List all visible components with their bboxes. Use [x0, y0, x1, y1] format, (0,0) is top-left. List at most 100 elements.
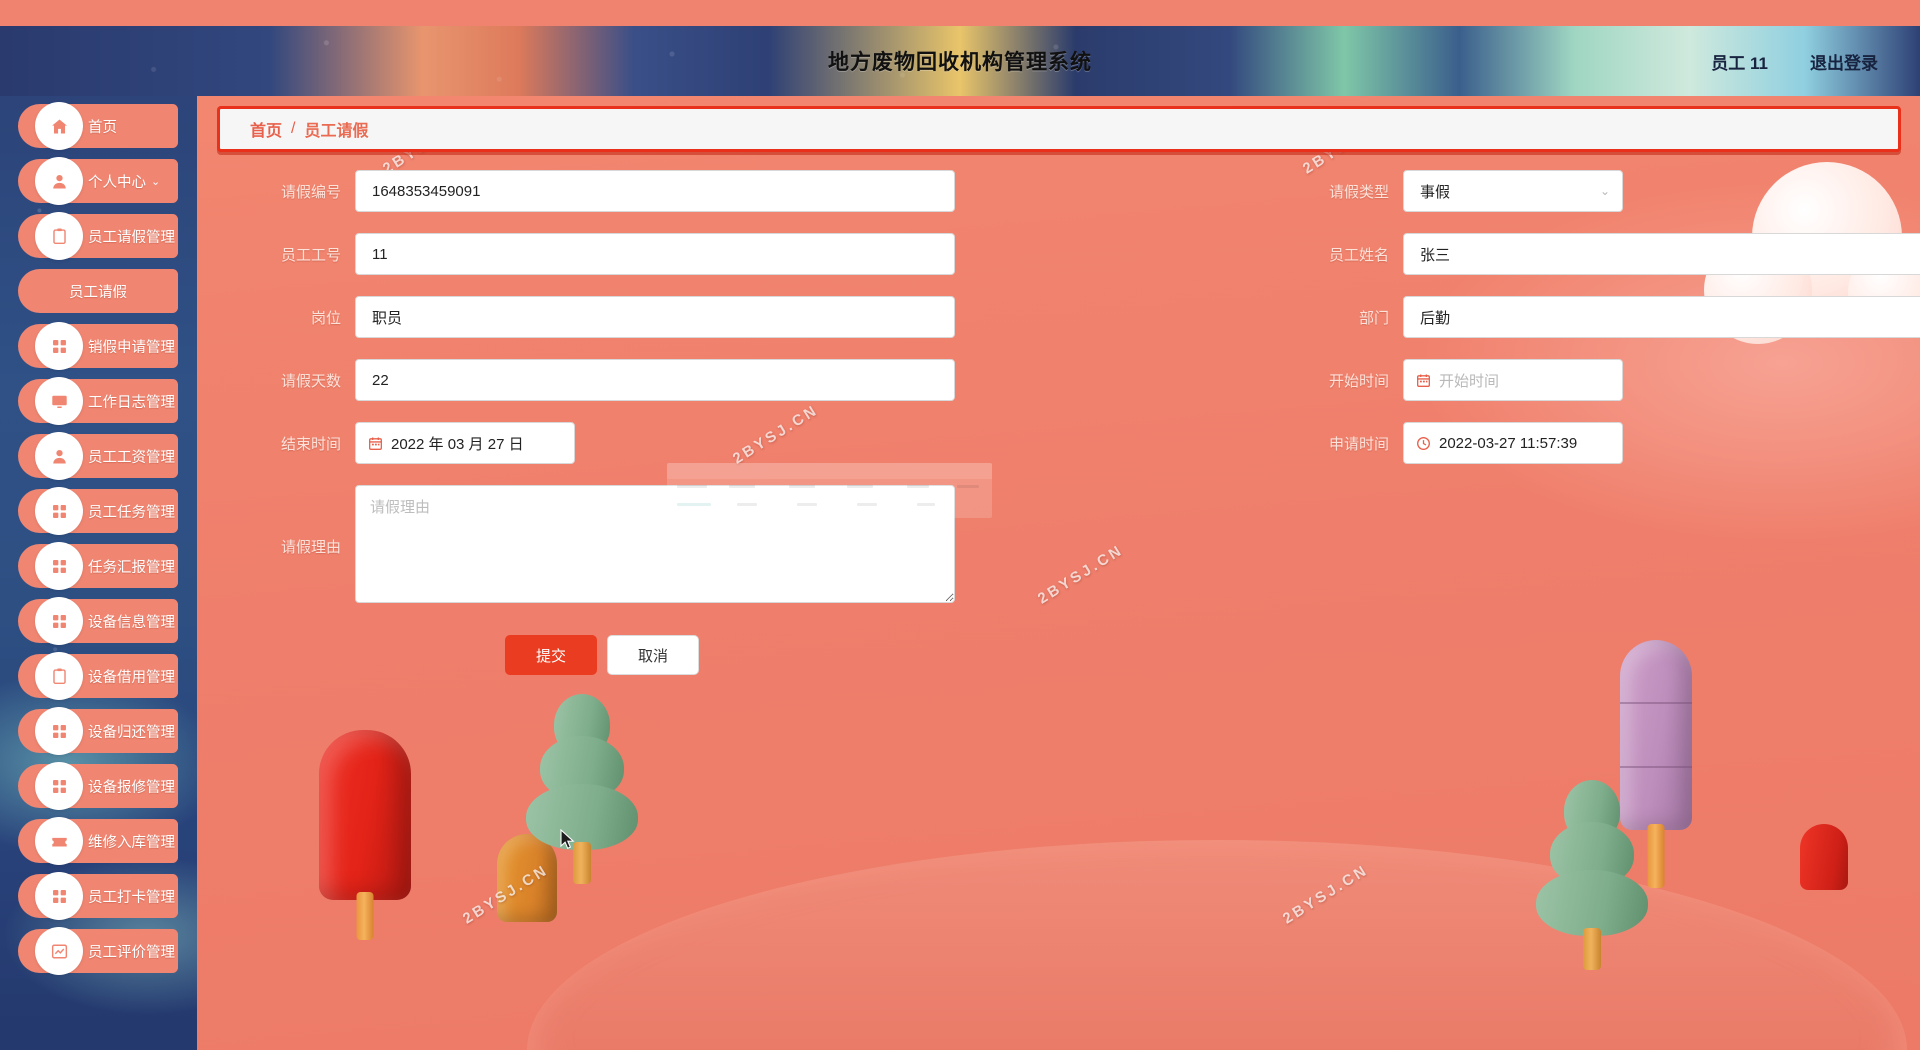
header-user-area: 员工 11 退出登录	[1711, 26, 1878, 96]
sidebar-item-7[interactable]: 员工任务管理	[18, 487, 178, 535]
logout-button[interactable]: 退出登录	[1810, 49, 1878, 74]
app-title: 地方废物回收机构管理系统	[828, 51, 1092, 74]
department-input[interactable]	[1403, 296, 1920, 338]
leave-request-form: 请假编号 请假类型 事假 ⌄ 员工工号 员工姓名	[197, 170, 1920, 693]
sidebar-item-15[interactable]: 员工评价管理	[18, 927, 178, 975]
sidebar-icon-bubble	[35, 652, 83, 700]
start-time-value: 开始时间	[1439, 372, 1500, 390]
sidebar-icon-bubble	[35, 707, 83, 755]
sidebar-item-label: 设备信息管理	[88, 614, 175, 631]
sidebar-item-14[interactable]: 员工打卡管理	[18, 872, 178, 920]
grid-icon	[50, 887, 69, 906]
form-row: 岗位 部门	[197, 296, 1920, 359]
breadcrumb: 首页 / 员工请假	[217, 106, 1901, 152]
grid-icon	[50, 502, 69, 521]
end-time-value: 2022 年 03 月 27 日	[391, 435, 524, 453]
field-leave-days: 请假天数	[239, 359, 955, 401]
sidebar-item-9[interactable]: 设备信息管理	[18, 597, 178, 645]
cancel-button[interactable]: 取消	[607, 635, 699, 675]
breadcrumb-home[interactable]: 首页	[250, 117, 282, 141]
ticket-icon	[50, 832, 69, 851]
current-user-label[interactable]: 员工 11	[1711, 49, 1768, 74]
field-leave-no: 请假编号	[239, 170, 955, 212]
position-input[interactable]	[355, 296, 955, 338]
clipboard-icon	[50, 667, 69, 686]
sidebar-item-label: 工作日志管理	[88, 394, 175, 411]
home-icon	[50, 117, 69, 136]
field-department: 部门	[1287, 296, 1920, 338]
sidebar-icon-bubble	[35, 212, 83, 260]
grid-icon	[50, 612, 69, 631]
sidebar-item-label: 设备报修管理	[88, 779, 175, 796]
breadcrumb-separator: /	[291, 120, 296, 137]
mouse-cursor	[560, 829, 575, 850]
leave-type-select[interactable]: 事假 ⌄	[1403, 170, 1623, 212]
sidebar-item-11[interactable]: 设备归还管理	[18, 707, 178, 755]
field-position: 岗位	[239, 296, 955, 338]
app-root: 2BYSJ.CN 2BYSJ.CN 2BYSJ.CN 2BYSJ.CN 2BYS…	[0, 0, 1920, 1050]
sidebar-item-0[interactable]: 首页	[18, 102, 178, 150]
sidebar-item-6[interactable]: 员工工资管理	[18, 432, 178, 480]
grid-icon	[50, 777, 69, 796]
field-label: 请假编号	[280, 183, 341, 201]
grid-icon	[50, 337, 69, 356]
field-label: 结束时间	[280, 435, 341, 453]
field-end-time: 结束时间 2022 年 03 月 27 日	[239, 422, 575, 464]
sidebar-item-label: 员工请假	[69, 284, 127, 301]
sidebar-item-label: 员工请假管理	[88, 229, 175, 246]
sidebar: 首页个人中心 ⌄ 员工请假管理员工请假销假申请管理工作日志管理员工工资管理员工任务管…	[0, 96, 197, 1050]
field-label: 员工工号	[280, 246, 341, 264]
field-label: 请假天数	[280, 372, 341, 390]
sidebar-item-label: 员工任务管理	[88, 504, 175, 521]
user-icon	[50, 172, 69, 191]
sidebar-icon-bubble	[35, 817, 83, 865]
form-row: 请假理由	[197, 463, 1920, 613]
apply-time-value: 2022-03-27 11:57:39	[1439, 434, 1578, 452]
sidebar-item-4[interactable]: 销假申请管理	[18, 322, 178, 370]
field-label: 部门	[1358, 309, 1389, 327]
sidebar-item-13[interactable]: 维修入库管理	[18, 817, 178, 865]
sidebar-icon-bubble	[35, 872, 83, 920]
sidebar-item-1[interactable]: 个人中心 ⌄	[18, 157, 178, 205]
sidebar-icon-bubble	[35, 157, 83, 205]
field-label: 开始时间	[1328, 372, 1389, 390]
field-label: 申请时间	[1328, 435, 1389, 453]
reason-textarea[interactable]	[355, 485, 955, 603]
form-row: 员工工号 员工姓名	[197, 233, 1920, 296]
top-header-bar: 地方废物回收机构管理系统 员工 11 退出登录	[0, 26, 1920, 96]
chevron-down-icon: ⌄	[151, 175, 161, 188]
staff-no-input[interactable]	[355, 233, 955, 275]
sidebar-icon-bubble	[35, 597, 83, 645]
end-time-picker[interactable]: 2022 年 03 月 27 日	[355, 422, 575, 464]
sidebar-item-3[interactable]: 员工请假	[18, 269, 178, 313]
main-content: 首页 / 员工请假 请假编号 请假类型 事假 ⌄	[197, 96, 1920, 1050]
sidebar-icon-bubble	[35, 432, 83, 480]
sidebar-item-10[interactable]: 设备借用管理	[18, 652, 178, 700]
apply-time-picker[interactable]: 2022-03-27 11:57:39	[1403, 422, 1623, 464]
staff-name-input[interactable]	[1403, 233, 1920, 275]
breadcrumb-current: 员工请假	[304, 123, 369, 140]
sidebar-icon-bubble	[35, 377, 83, 425]
sidebar-item-5[interactable]: 工作日志管理	[18, 377, 178, 425]
field-start-time: 开始时间 开始时间	[1287, 359, 1623, 401]
leave-days-input[interactable]	[355, 359, 955, 401]
calendar-icon	[368, 436, 383, 451]
field-staff-no: 员工工号	[239, 233, 955, 275]
leave-no-input[interactable]	[355, 170, 955, 212]
user-icon	[50, 447, 69, 466]
field-reason: 请假理由	[239, 463, 992, 608]
field-staff-name: 员工姓名	[1287, 233, 1920, 275]
sidebar-item-8[interactable]: 任务汇报管理	[18, 542, 178, 590]
sidebar-item-12[interactable]: 设备报修管理	[18, 762, 178, 810]
sidebar-icon-bubble	[35, 927, 83, 975]
start-time-picker[interactable]: 开始时间	[1403, 359, 1623, 401]
submit-button[interactable]: 提交	[505, 635, 597, 675]
form-row: 请假天数 开始时间	[197, 359, 1920, 422]
chart-icon	[50, 942, 69, 961]
sidebar-item-label: 首页	[88, 119, 117, 136]
form-row: 结束时间 2022 年 03 月 27 日 申请时间 2022-03-27 11…	[197, 422, 1920, 485]
sidebar-icon-bubble	[35, 762, 83, 810]
sidebar-item-label: 设备借用管理	[88, 669, 175, 686]
sidebar-icon-bubble	[35, 542, 83, 590]
sidebar-item-2[interactable]: 员工请假管理	[18, 212, 178, 260]
